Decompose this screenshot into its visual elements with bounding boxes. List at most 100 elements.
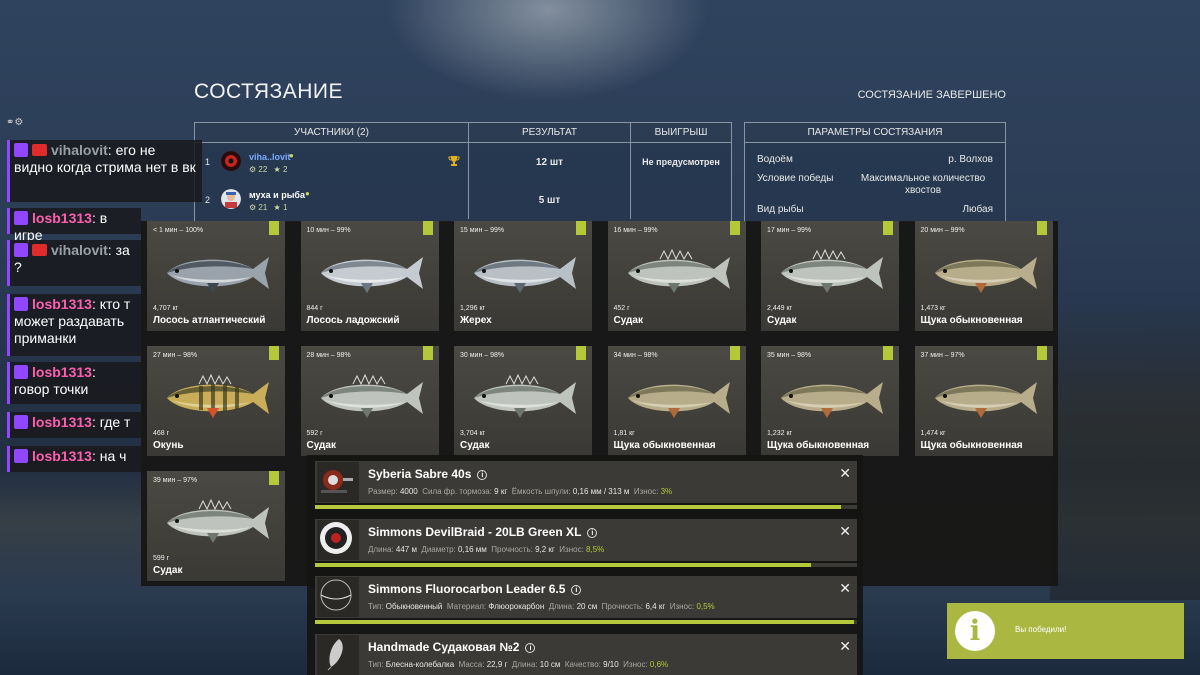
fish-weight: 1,296 кг [460, 305, 486, 312]
participant-name[interactable]: муха и рыба [249, 190, 305, 200]
fish-card[interactable]: 34 мин – 98% 1,81 кг Щука обыкновенная [607, 346, 746, 456]
spec-value: 4000 [399, 487, 418, 496]
fish-card[interactable]: 39 мин – 97% 599 г Судак [147, 471, 285, 581]
param-value: р. Волхов [948, 154, 993, 165]
info-icon[interactable]: i [587, 527, 598, 538]
gear-icon[interactable]: ⚙ [14, 117, 23, 128]
fish-weight: 3,704 кг [460, 430, 486, 437]
spec-label: Износ: [623, 659, 648, 669]
spec-label: Материал: [446, 602, 487, 611]
equipment-name-text: Syberia Sabre 40s [368, 467, 472, 481]
spoon-lure-icon [317, 634, 359, 675]
equipment-item[interactable]: Handmade Судаковая №2 i Тип: Блесна-колеб… [315, 633, 857, 675]
chat-user[interactable]: vihalovit [51, 142, 108, 158]
chat-user[interactable]: losb1313 [32, 364, 92, 380]
bookmark-check-icon [422, 221, 433, 235]
bookmark-check-icon [269, 346, 279, 360]
close-icon[interactable]: ✕ [839, 523, 851, 540]
twitch-icon [14, 449, 28, 463]
twitch-icon [14, 243, 28, 257]
spec-label: Ёмкость шпули: [511, 487, 571, 496]
fish-catch-time: 17 мин – 99% [767, 227, 812, 234]
info-icon[interactable]: i [571, 585, 582, 595]
participant-row[interactable]: 1 viha..lovit ● ⚙ 22 ★ 2 12 шт Не предус… [195, 143, 731, 181]
fish-card[interactable]: 17 мин – 99% 2,449 кг Судак [761, 221, 899, 331]
competition-status: СОСТЯЗАНИЕ ЗАВЕРШЕНО [857, 89, 1006, 101]
spec-label: Тип: [368, 659, 384, 669]
chat-user[interactable]: vihalovit [51, 242, 108, 258]
online-dot-icon: ● [305, 189, 310, 198]
chat-user[interactable]: losb1313 [32, 414, 92, 430]
participant-name[interactable]: viha..lovit [249, 152, 291, 162]
header-participants[interactable]: УЧАСТНИКИ (2) [195, 123, 469, 142]
participant-row[interactable]: 2 муха и рыба ● ⚙ 21 ★ 1 5 шт [195, 181, 731, 219]
reel-icon [317, 462, 359, 502]
info-icon: i [955, 611, 995, 651]
victory-notification[interactable]: i Вы победили! [947, 603, 1184, 659]
equipment-name-text: Simmons Fluorocarbon Leader 6.5 [368, 582, 566, 596]
equipment-item[interactable]: Syberia Sabre 40s i Размер: 4000 Сила фр.… [315, 461, 857, 503]
fish-name: Щука обыкновенная [920, 440, 1023, 451]
chat-settings[interactable]: ⚭⚙ [6, 117, 23, 128]
spec-value: 0,6% [649, 659, 669, 669]
chat-user[interactable]: losb1313 [32, 296, 92, 312]
spec-label: Размер: [368, 487, 398, 496]
info-icon[interactable]: i [477, 470, 488, 480]
durability-fill [315, 620, 855, 624]
equipment-name: Syberia Sabre 40s i [368, 467, 488, 481]
bookmark-check-icon [883, 221, 893, 235]
page-title: СОСТЯЗАНИЕ [194, 80, 343, 103]
param-label: Вид рыбы [757, 204, 804, 215]
fish-name: Окунь [153, 440, 184, 451]
equipment-item[interactable]: Simmons Fluorocarbon Leader 6.5 i Тип: Об… [315, 576, 857, 618]
chat-user[interactable]: losb1313 [32, 448, 92, 464]
close-icon[interactable]: ✕ [839, 638, 851, 655]
equipment-specs: Тип: Обыкновенный Материал: Флюорокарбон… [368, 602, 715, 611]
participant-level: 21 [258, 203, 268, 212]
online-dot-icon: ● [289, 151, 294, 160]
info-icon[interactable]: i [525, 642, 536, 653]
header-result[interactable]: РЕЗУЛЬТАТ [469, 123, 631, 142]
participant-result: 12 шт [469, 143, 631, 181]
spec-value: 20 см [576, 602, 598, 611]
chat-message: vihalovit: за ? [7, 240, 141, 286]
spec-value: 8,5% [586, 544, 605, 554]
fish-catch-time: 27 мин – 98% [153, 352, 198, 359]
equipment-name-text: Handmade Судаковая №2 [368, 639, 520, 654]
fish-name: Щука обыкновенная [613, 440, 716, 451]
participant-stars: 2 [282, 165, 288, 174]
close-icon[interactable]: ✕ [839, 580, 851, 597]
participant-stats: ⚙ 22 ★ 2 [249, 165, 287, 174]
fish-weight: 4,707 кг [153, 305, 179, 312]
equipment-specs: Длина: 447 м Диаметр: 0,16 мм Прочность:… [368, 545, 604, 554]
param-row-water: Водоём р. Волхов [757, 154, 993, 165]
bookmark-check-icon [1036, 346, 1047, 360]
close-icon[interactable]: ✕ [839, 465, 851, 482]
fish-card[interactable]: 16 мин – 99% 452 г Судак [607, 221, 746, 331]
chat-user[interactable]: losb1313 [32, 210, 92, 226]
fish-card[interactable]: 28 мин – 98% 592 г Судак [300, 346, 439, 456]
fish-card[interactable]: 20 мин – 99% 1,473 кг Щука обыкновенная [914, 221, 1053, 331]
fish-card[interactable]: 10 мин – 99% 844 г Лосось ладожский [300, 221, 439, 331]
fish-card[interactable]: 15 мин – 99% 1,296 кг Жерех [454, 221, 592, 331]
participants-table-header: УЧАСТНИКИ (2) РЕЗУЛЬТАТ ВЫИГРЫШ [195, 123, 731, 143]
header-prize[interactable]: ВЫИГРЫШ [631, 123, 731, 142]
fish-catch-time: 35 мин – 98% [767, 352, 812, 359]
chat-message: vihalovit: его не видно когда стрима нет… [7, 140, 202, 202]
spec-label: Прочность: [491, 544, 533, 554]
fish-card[interactable]: 30 мин – 98% 3,704 кг Судак [454, 346, 592, 456]
spec-label: Качество: [564, 659, 601, 669]
participant-result: 5 шт [469, 181, 631, 219]
fish-name: Лосось ладожский [306, 315, 400, 326]
fish-card[interactable]: 37 мин – 97% 1,474 кг Щука обыкновенная [914, 346, 1053, 456]
spec-value: 10 см [539, 659, 561, 669]
fish-card[interactable]: < 1 мин – 100% 4,707 кг Лосось атлантиче… [147, 221, 285, 331]
fish-weight: 599 г [153, 555, 170, 562]
fish-card[interactable]: 35 мин – 98% 1,232 кг Щука обыкновенная [761, 346, 899, 456]
fish-card[interactable]: 27 мин – 98% 468 г Окунь [147, 346, 285, 456]
fish-name: Щука обыкновенная [767, 440, 870, 451]
background-building [1050, 300, 1200, 600]
equipment-item[interactable]: Simmons DevilBraid - 20LB Green XL i Длин… [315, 518, 857, 561]
params-header: ПАРАМЕТРЫ СОСТЯЗАНИЯ [745, 123, 1005, 143]
spec-label: Сила фр. тормоза: [422, 487, 492, 496]
